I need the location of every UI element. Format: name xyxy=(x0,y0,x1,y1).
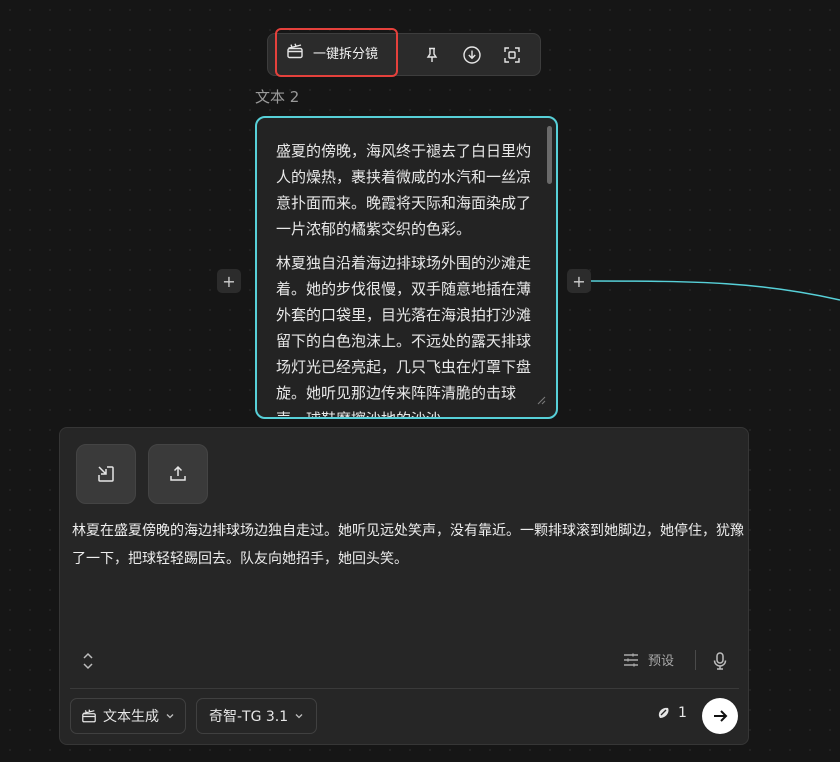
upload-button[interactable] xyxy=(148,444,208,504)
clapperboard-icon xyxy=(286,42,304,64)
model-select[interactable]: 奇智-TG 3.1 xyxy=(196,698,318,734)
focus-icon[interactable] xyxy=(500,43,524,67)
upload-icon xyxy=(170,465,186,481)
import-reference-button[interactable] xyxy=(76,444,136,504)
arrow-right-icon xyxy=(714,710,728,722)
panel-divider xyxy=(70,688,739,689)
divider xyxy=(695,650,696,670)
scrollbar-thumb[interactable] xyxy=(547,126,552,184)
split-storyboard-button[interactable]: 一键拆分镜 xyxy=(275,28,398,77)
add-node-left-button[interactable]: + xyxy=(217,269,241,293)
chevron-down-icon xyxy=(295,714,303,719)
paragraph-2: 林夏独自沿着海边排球场外围的沙滩走着。她的步伐很慢，双手随意地插在薄外套的口袋里… xyxy=(276,254,532,419)
plus-icon: + xyxy=(572,271,586,291)
resize-grip-icon[interactable] xyxy=(537,396,546,405)
add-node-right-button[interactable]: + xyxy=(567,269,591,293)
credit-value: 1 xyxy=(678,705,687,721)
sliders-icon xyxy=(624,653,638,666)
node-title: 文本 2 xyxy=(255,88,300,106)
paragraph-1: 盛夏的傍晚，海风终于褪去了白日里灼人的燥热，裹挟着微咸的水汽和一丝凉意扑面而来。… xyxy=(276,142,532,238)
model-label: 奇智-TG 3.1 xyxy=(209,709,289,725)
clapperboard-icon xyxy=(82,709,96,723)
send-button[interactable] xyxy=(702,698,738,734)
split-storyboard-label: 一键拆分镜 xyxy=(313,47,379,62)
text-node-card[interactable]: 盛夏的傍晚，海风终于褪去了白日里灼人的燥热，裹挟着微咸的水汽和一丝凉意扑面而来。… xyxy=(255,116,558,419)
import-icon xyxy=(98,466,114,482)
microphone-icon[interactable] xyxy=(712,651,728,675)
text-node-content[interactable]: 盛夏的傍晚，海风终于褪去了白日里灼人的燥热，裹挟着微咸的水汽和一丝凉意扑面而来。… xyxy=(276,138,538,419)
mode-select[interactable]: 文本生成 xyxy=(70,698,186,734)
prompt-textarea[interactable]: 林夏在盛夏傍晚的海边排球场边独自走过。她听见远处笑声，没有靠近。一颗排球滚到她脚… xyxy=(72,517,744,573)
expand-icon[interactable] xyxy=(80,652,96,674)
download-icon[interactable] xyxy=(460,43,484,67)
preset-button[interactable]: 预设 xyxy=(622,650,674,669)
preset-label: 预设 xyxy=(648,654,675,669)
pin-icon[interactable] xyxy=(420,43,444,67)
chevron-down-icon xyxy=(166,714,174,719)
credit-cost: 1 xyxy=(656,705,687,721)
plus-icon: + xyxy=(222,271,236,291)
mode-label: 文本生成 xyxy=(103,709,159,725)
credit-icon xyxy=(658,707,669,718)
